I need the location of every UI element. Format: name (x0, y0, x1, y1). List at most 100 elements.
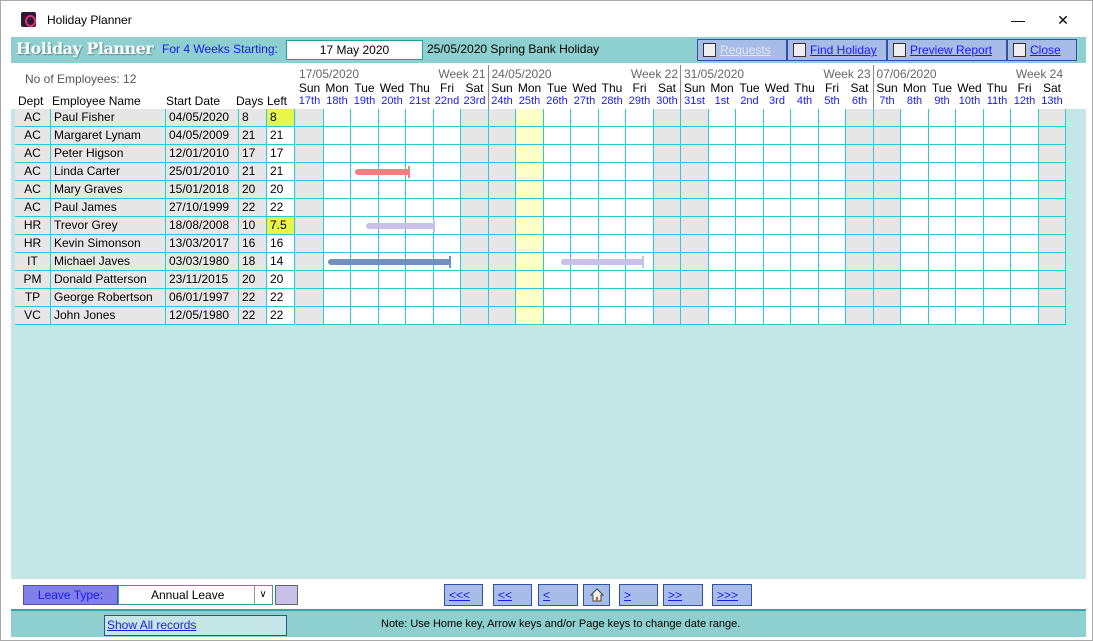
day-cell[interactable] (791, 199, 819, 217)
day-cell[interactable] (791, 127, 819, 145)
day-cell[interactable] (708, 271, 736, 289)
day-cell[interactable] (873, 127, 901, 145)
day-cell[interactable] (571, 199, 599, 217)
requests-button[interactable]: Requests (697, 39, 787, 61)
day-cell[interactable] (1011, 307, 1039, 325)
day-cell[interactable] (983, 127, 1011, 145)
day-cell[interactable] (323, 289, 351, 307)
minimize-button[interactable]: — (998, 7, 1038, 33)
day-cell[interactable] (681, 271, 709, 289)
day-cell[interactable] (296, 127, 324, 145)
day-cell[interactable] (653, 199, 681, 217)
day-cell[interactable] (653, 163, 681, 181)
day-cell[interactable] (1011, 181, 1039, 199)
day-cell[interactable] (626, 181, 654, 199)
day-cell[interactable] (791, 109, 819, 127)
day-cell[interactable] (543, 235, 571, 253)
table-row[interactable]: AC Mary Graves 15/01/2018 20 20 (11, 181, 1086, 199)
day-cell[interactable] (406, 199, 434, 217)
day-cell[interactable] (433, 307, 461, 325)
table-row[interactable]: AC Paul James 27/10/1999 22 22 (11, 199, 1086, 217)
nav-next-page-button[interactable]: >> (663, 584, 703, 606)
day-cell[interactable] (708, 109, 736, 127)
day-cell[interactable] (928, 181, 956, 199)
day-cell[interactable] (406, 145, 434, 163)
day-cell[interactable] (653, 253, 681, 271)
day-cell[interactable] (571, 181, 599, 199)
day-cell[interactable] (598, 199, 626, 217)
day-cell[interactable] (461, 127, 489, 145)
day-cell[interactable] (516, 253, 544, 271)
day-cell[interactable] (681, 109, 709, 127)
day-cell[interactable] (736, 109, 764, 127)
day-cell[interactable] (461, 235, 489, 253)
day-cell[interactable] (818, 163, 846, 181)
day-cell[interactable] (791, 181, 819, 199)
day-cell[interactable] (406, 289, 434, 307)
day-cell[interactable] (323, 217, 351, 235)
day-cell[interactable] (681, 289, 709, 307)
day-cell[interactable] (901, 253, 929, 271)
day-cell[interactable] (406, 163, 434, 181)
day-cell[interactable] (956, 199, 984, 217)
day-cell[interactable] (653, 289, 681, 307)
day-cell[interactable] (681, 199, 709, 217)
day-cell[interactable] (818, 307, 846, 325)
day-cell[interactable] (1038, 145, 1066, 163)
day-cell[interactable] (488, 271, 516, 289)
day-cell[interactable] (653, 109, 681, 127)
day-cell[interactable] (571, 145, 599, 163)
day-cell[interactable] (323, 199, 351, 217)
day-cell[interactable] (488, 217, 516, 235)
day-cell[interactable] (983, 307, 1011, 325)
day-cell[interactable] (461, 181, 489, 199)
day-cell[interactable] (736, 253, 764, 271)
day-cell[interactable] (296, 217, 324, 235)
day-cell[interactable] (378, 289, 406, 307)
day-cell[interactable] (488, 235, 516, 253)
day-cell[interactable] (433, 199, 461, 217)
day-cell[interactable] (818, 127, 846, 145)
day-cell[interactable] (873, 289, 901, 307)
day-cell[interactable] (846, 235, 874, 253)
day-cell[interactable] (956, 109, 984, 127)
day-cell[interactable] (323, 271, 351, 289)
day-cell[interactable] (1011, 235, 1039, 253)
day-cell[interactable] (763, 289, 791, 307)
day-cell[interactable] (928, 271, 956, 289)
day-cell[interactable] (983, 217, 1011, 235)
day-cell[interactable] (571, 235, 599, 253)
day-cell[interactable] (763, 145, 791, 163)
day-cell[interactable] (846, 127, 874, 145)
day-cell[interactable] (1038, 199, 1066, 217)
day-cell[interactable] (653, 235, 681, 253)
day-cell[interactable] (598, 145, 626, 163)
day-cell[interactable] (928, 199, 956, 217)
nav-next-button[interactable]: > (619, 584, 658, 606)
day-cell[interactable] (791, 307, 819, 325)
day-cell[interactable] (708, 307, 736, 325)
day-cell[interactable] (873, 253, 901, 271)
day-cell[interactable] (846, 181, 874, 199)
day-cell[interactable] (461, 307, 489, 325)
day-cell[interactable] (1038, 253, 1066, 271)
day-cell[interactable] (846, 199, 874, 217)
day-cell[interactable] (516, 127, 544, 145)
day-cell[interactable] (516, 181, 544, 199)
day-cell[interactable] (571, 163, 599, 181)
day-cell[interactable] (956, 145, 984, 163)
day-cell[interactable] (351, 271, 379, 289)
day-cell[interactable] (516, 271, 544, 289)
day-cell[interactable] (351, 307, 379, 325)
day-cell[interactable] (846, 145, 874, 163)
day-cell[interactable] (516, 199, 544, 217)
day-cell[interactable] (351, 235, 379, 253)
day-cell[interactable] (763, 109, 791, 127)
day-cell[interactable] (626, 145, 654, 163)
table-row[interactable]: AC Paul Fisher 04/05/2020 8 8 (11, 109, 1086, 127)
day-cell[interactable] (461, 109, 489, 127)
day-cell[interactable] (1038, 127, 1066, 145)
table-row[interactable]: HR Trevor Grey 18/08/2008 10 7.5 (11, 217, 1086, 235)
day-cell[interactable] (626, 109, 654, 127)
day-cell[interactable] (763, 127, 791, 145)
